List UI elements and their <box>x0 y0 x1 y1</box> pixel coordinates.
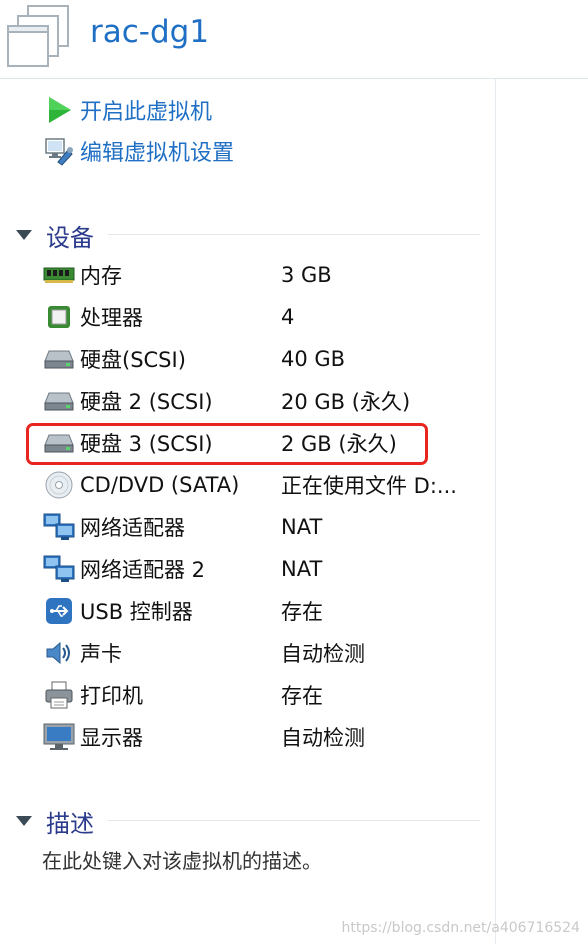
description-section-rule <box>108 820 480 821</box>
device-value: NAT <box>281 557 323 581</box>
collapse-triangle-icon <box>16 816 32 826</box>
device-name: 硬盘(SCSI) <box>80 348 186 372</box>
network-adapter-icon <box>42 512 76 542</box>
device-value: 3 GB <box>281 263 332 287</box>
device-name: 打印机 <box>80 684 143 708</box>
device-row-network-adapter-1[interactable]: 网络适配器 NAT <box>42 508 482 546</box>
device-row-sound-card[interactable]: 声卡 自动检测 <box>42 634 482 672</box>
device-name: 内存 <box>80 264 122 288</box>
vm-title: rac-dg1 <box>90 14 210 50</box>
device-name: 网络适配器 <box>80 516 185 540</box>
device-name: 声卡 <box>80 642 122 666</box>
vm-header: rac-dg1 <box>0 0 588 79</box>
memory-icon <box>42 260 76 290</box>
device-row-processor[interactable]: 处理器 4 <box>42 298 482 336</box>
description-section-title: 描述 <box>46 809 94 838</box>
device-row-cd-dvd[interactable]: CD/DVD (SATA) 正在使用文件 D:... <box>42 466 482 504</box>
device-name: 处理器 <box>80 306 143 330</box>
device-row-hard-disk-1[interactable]: 硬盘(SCSI) 40 GB <box>42 340 482 378</box>
network-adapter-icon <box>42 554 76 584</box>
edit-settings-label: 编辑虚拟机设置 <box>80 141 235 166</box>
power-on-link[interactable]: 开启此虚拟机 <box>44 93 212 127</box>
edit-settings-link[interactable]: 编辑虚拟机设置 <box>44 134 234 168</box>
device-name: 显示器 <box>80 726 143 750</box>
device-value: 存在 <box>281 684 323 708</box>
device-name: 硬盘 2 (SCSI) <box>80 390 213 414</box>
device-name: USB 控制器 <box>80 600 193 624</box>
vm-window-icon <box>7 5 69 67</box>
device-name: 网络适配器 2 <box>80 558 206 582</box>
description-input[interactable]: 在此处键入对该虚拟机的描述。 <box>42 845 322 874</box>
device-row-network-adapter-2[interactable]: 网络适配器 2 NAT <box>42 550 482 588</box>
panel-divider <box>495 79 496 944</box>
usb-icon <box>42 596 76 626</box>
device-row-printer[interactable]: 打印机 存在 <box>42 676 482 714</box>
device-value: 20 GB (永久) <box>281 390 411 414</box>
monitor-icon <box>42 722 76 752</box>
device-value: 自动检测 <box>281 726 365 750</box>
device-value: NAT <box>281 515 323 539</box>
description-section-toggle[interactable]: 描述 <box>16 804 94 838</box>
highlight-annotation-box <box>26 423 428 465</box>
device-row-hard-disk-2[interactable]: 硬盘 2 (SCSI) 20 GB (永久) <box>42 382 482 420</box>
device-value: 正在使用文件 D:... <box>281 474 457 498</box>
printer-icon <box>42 680 76 710</box>
power-on-label: 开启此虚拟机 <box>80 100 213 125</box>
devices-section-toggle[interactable]: 设备 <box>16 218 94 252</box>
cd-dvd-icon <box>42 470 76 500</box>
device-value: 自动检测 <box>281 642 365 666</box>
device-value: 存在 <box>281 600 323 624</box>
device-row-memory[interactable]: 内存 3 GB <box>42 256 482 294</box>
edit-settings-icon <box>44 136 74 166</box>
watermark-text: https://blog.csdn.net/a406716524 <box>341 920 581 936</box>
vm-summary-page: rac-dg1 开启此虚拟机 编辑虚拟机设置 设备 内存 3 GB 处理器 4 … <box>0 0 588 944</box>
hard-disk-icon <box>42 344 76 374</box>
device-value: 40 GB <box>281 347 346 371</box>
devices-section-rule <box>108 234 480 235</box>
device-row-display[interactable]: 显示器 自动检测 <box>42 718 482 756</box>
collapse-triangle-icon <box>16 230 32 240</box>
hard-disk-icon <box>42 386 76 416</box>
device-value: 4 <box>281 305 295 329</box>
play-icon <box>44 95 74 125</box>
processor-icon <box>42 302 76 332</box>
devices-section-title: 设备 <box>46 223 94 252</box>
device-row-usb-controller[interactable]: USB 控制器 存在 <box>42 592 482 630</box>
device-name: CD/DVD (SATA) <box>80 473 240 497</box>
speaker-icon <box>42 638 76 668</box>
